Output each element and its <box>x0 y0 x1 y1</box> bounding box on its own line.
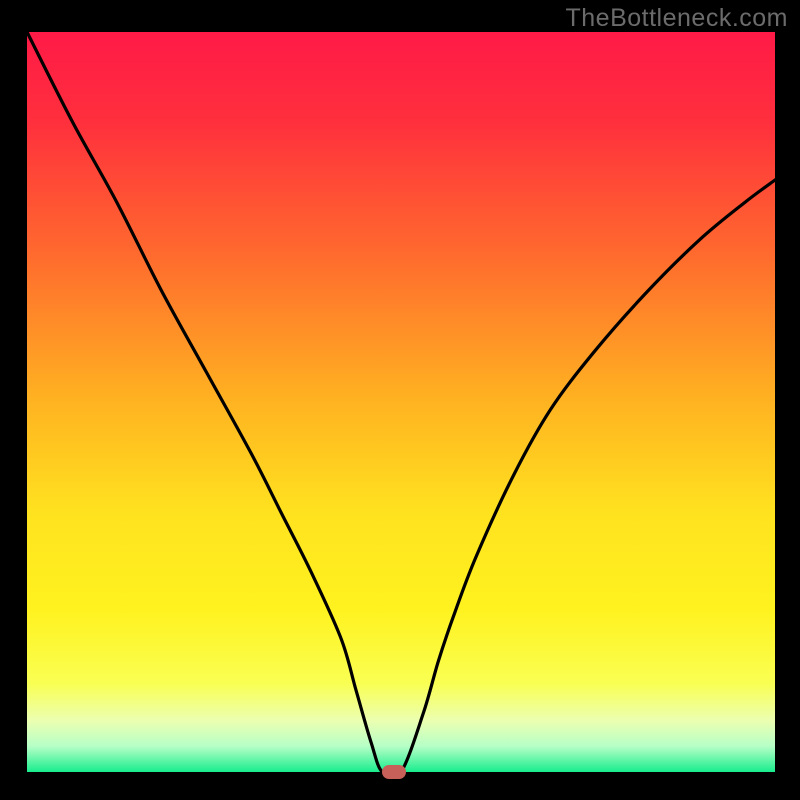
plot-background <box>27 32 775 772</box>
chart-frame: TheBottleneck.com <box>0 0 800 800</box>
bottleneck-chart <box>0 0 800 800</box>
bottleneck-point-marker <box>382 765 406 779</box>
watermark-text: TheBottleneck.com <box>566 4 789 33</box>
